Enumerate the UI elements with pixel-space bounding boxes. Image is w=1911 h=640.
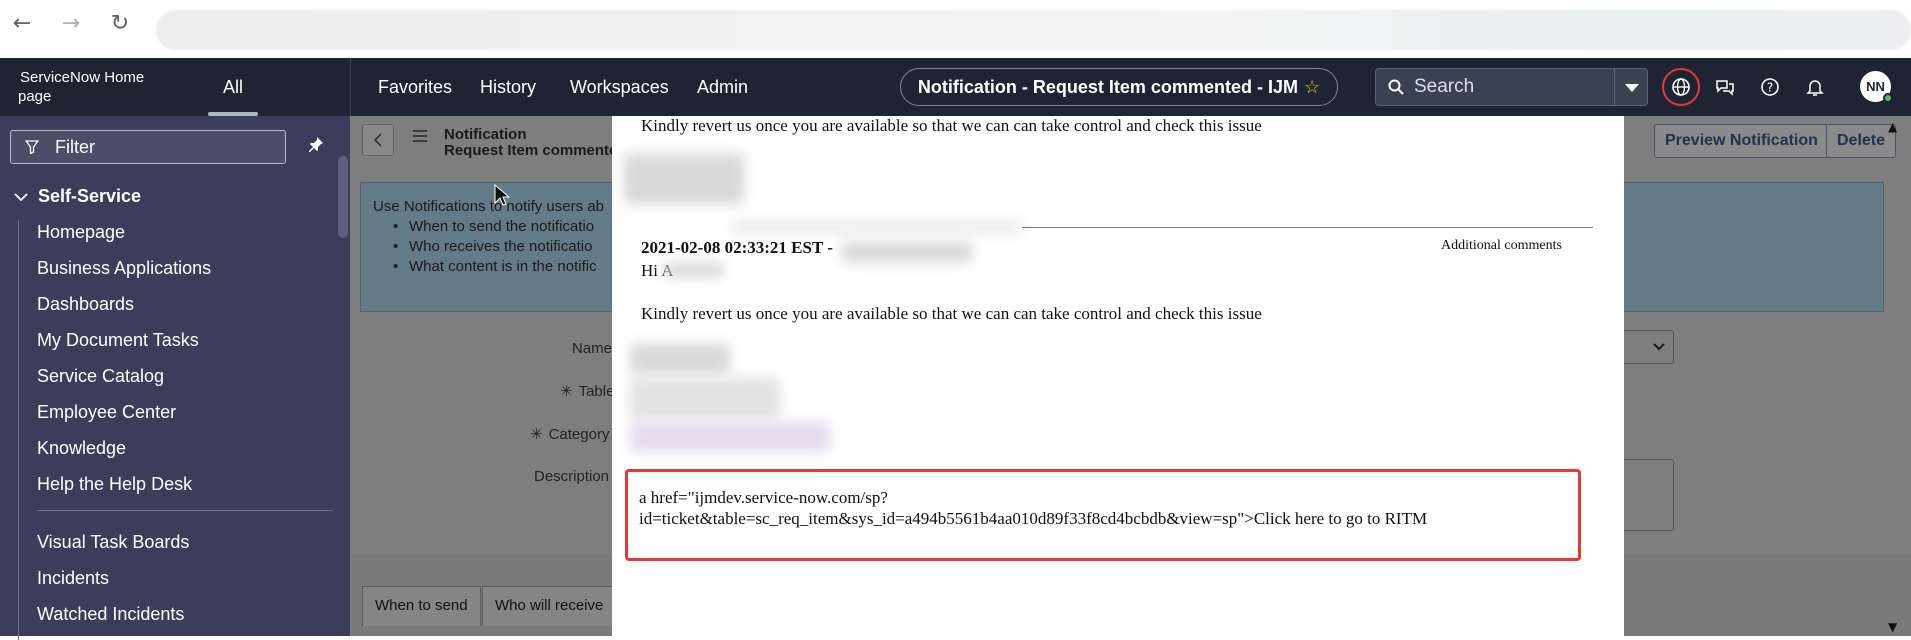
all-menu-tab[interactable]: All xyxy=(208,58,258,116)
comment-divider xyxy=(1022,227,1593,228)
menu-workspaces[interactable]: Workspaces xyxy=(570,58,669,116)
globe-icon[interactable] xyxy=(1668,74,1694,100)
navigator-sidebar: Filter Self-Service Homepage Business Ap… xyxy=(0,116,350,640)
menu-favorites[interactable]: Favorites xyxy=(378,58,452,116)
mouse-cursor-icon xyxy=(494,184,510,206)
back-arrow-icon[interactable]: ← xyxy=(10,12,34,36)
chat-icon[interactable] xyxy=(1712,74,1738,100)
tab-who-will-receive[interactable]: Who will receive xyxy=(482,586,617,626)
redacted-name xyxy=(664,263,724,277)
highlighted-link-box: a href="ijmdev.service-now.com/sp? id=ti… xyxy=(625,469,1581,561)
redacted-signature xyxy=(624,154,744,204)
sidebar-item-incidents[interactable]: Incidents xyxy=(37,568,109,589)
sidebar-item-dashboards[interactable]: Dashboards xyxy=(37,294,134,315)
presence-indicator xyxy=(1883,93,1893,103)
comment-timestamp: 2021-02-08 02:33:21 EST - xyxy=(641,238,833,257)
sidebar-item-homepage[interactable]: Homepage xyxy=(37,222,125,243)
sidebar-item-watched-incidents[interactable]: Watched Incidents xyxy=(37,604,184,625)
record-title-pill[interactable]: Notification - Request Item commented - … xyxy=(900,68,1338,106)
preview-notification-button[interactable]: Preview Notification xyxy=(1654,124,1829,158)
name-label: Name xyxy=(572,340,613,357)
record-title: Notification - Request Item commented - … xyxy=(917,77,1298,97)
help-icon[interactable]: ? xyxy=(1757,74,1783,100)
category-select[interactable] xyxy=(1622,330,1674,364)
address-bar[interactable] xyxy=(156,10,1911,50)
sidebar-item-help-the-help-desk[interactable]: Help the Help Desk xyxy=(37,474,192,495)
scroll-up-icon[interactable]: ▲ xyxy=(1888,120,1897,134)
scroll-down-icon[interactable]: ▼ xyxy=(1888,620,1897,634)
table-label-text: Table xyxy=(578,383,615,400)
bell-icon[interactable] xyxy=(1802,74,1828,100)
section-label: Self-Service xyxy=(38,186,142,206)
section-self-service[interactable]: Self-Service xyxy=(14,186,141,207)
breadcrumb-record: Request Item commente xyxy=(444,142,618,159)
hamburger-icon[interactable] xyxy=(412,128,428,147)
link-line-1: a href="ijmdev.service-now.com/sp? xyxy=(639,488,888,507)
notification-preview-dialog: Kindly revert us once you are available … xyxy=(612,116,1624,636)
filter-placeholder: Filter xyxy=(55,137,95,157)
category-label: ✳ Category xyxy=(530,425,609,443)
pin-icon[interactable] xyxy=(308,136,324,157)
redacted-signature xyxy=(630,344,730,374)
reload-icon[interactable]: ↻ xyxy=(108,12,132,36)
sidebar-item-knowledge[interactable]: Knowledge xyxy=(37,438,126,459)
comment-text-body: Kindly revert us once you are available … xyxy=(641,304,1262,323)
category-label-text: Category xyxy=(548,426,610,443)
redacted-line xyxy=(732,220,1022,234)
info-intro: Use Notifications to notify users ab xyxy=(373,198,604,215)
link-line-2: id=ticket&table=sc_req_item&sys_id=a494b… xyxy=(639,509,1428,528)
chevron-down-icon xyxy=(14,190,28,206)
sidebar-scrollbar[interactable] xyxy=(338,156,348,238)
redacted-signature xyxy=(630,422,830,452)
star-icon[interactable]: ☆ xyxy=(1304,77,1320,97)
table-label: ✳ Table xyxy=(560,382,614,400)
comment-text-top: Kindly revert us once you are available … xyxy=(641,116,1262,135)
app-header: ServiceNow Home page All Favorites Histo… xyxy=(0,58,1911,116)
comment-type: Additional comments xyxy=(1441,238,1562,253)
header-divider xyxy=(350,58,351,116)
forward-arrow-icon[interactable]: → xyxy=(59,12,83,36)
global-search-input[interactable]: Search xyxy=(1375,68,1615,106)
self-service-list: Homepage Business Applications Dashboard… xyxy=(18,220,333,640)
browser-toolbar: ← → ↻ xyxy=(0,0,1911,58)
info-text: Use Notifications to notify users ab Whe… xyxy=(373,197,604,277)
sidebar-item-visual-task-boards[interactable]: Visual Task Boards xyxy=(37,532,189,553)
delete-button[interactable]: Delete xyxy=(1826,124,1897,158)
info-bullet: What content is in the notific xyxy=(373,257,604,277)
logo-alt-text: ServiceNow Home page xyxy=(18,69,145,105)
svg-text:?: ? xyxy=(1767,81,1773,95)
navigator-filter-input[interactable]: Filter xyxy=(10,130,286,164)
required-icon: ✳ xyxy=(560,382,573,400)
raw-link-text[interactable]: a href="ijmdev.service-now.com/sp? id=ti… xyxy=(639,487,1427,529)
sidebar-divider xyxy=(37,510,333,511)
sidebar-item-business-applications[interactable]: Business Applications xyxy=(37,258,211,279)
back-button[interactable] xyxy=(362,124,394,156)
info-bullet: Who receives the notificatio xyxy=(373,237,604,257)
menu-admin[interactable]: Admin xyxy=(697,58,748,116)
search-placeholder: Search xyxy=(1414,76,1475,97)
description-field[interactable] xyxy=(1622,459,1674,531)
sidebar-item-employee-center[interactable]: Employee Center xyxy=(37,402,176,423)
redacted-signature xyxy=(630,378,780,420)
sidebar-item-service-catalog[interactable]: Service Catalog xyxy=(37,366,164,387)
redacted-author xyxy=(842,242,972,262)
required-icon: ✳ xyxy=(530,425,543,443)
filter-icon xyxy=(24,131,40,165)
search-icon xyxy=(1388,69,1404,107)
description-label: Description xyxy=(534,468,610,485)
breadcrumb-table: Notification xyxy=(444,126,527,143)
logo[interactable]: ServiceNow Home page xyxy=(18,68,168,106)
search-scope-dropdown[interactable] xyxy=(1615,68,1648,106)
info-bullet: When to send the notificatio xyxy=(373,217,604,237)
tab-when-to-send[interactable]: When to send xyxy=(362,586,481,626)
sidebar-item-my-document-tasks[interactable]: My Document Tasks xyxy=(37,330,199,351)
menu-history[interactable]: History xyxy=(480,58,536,116)
